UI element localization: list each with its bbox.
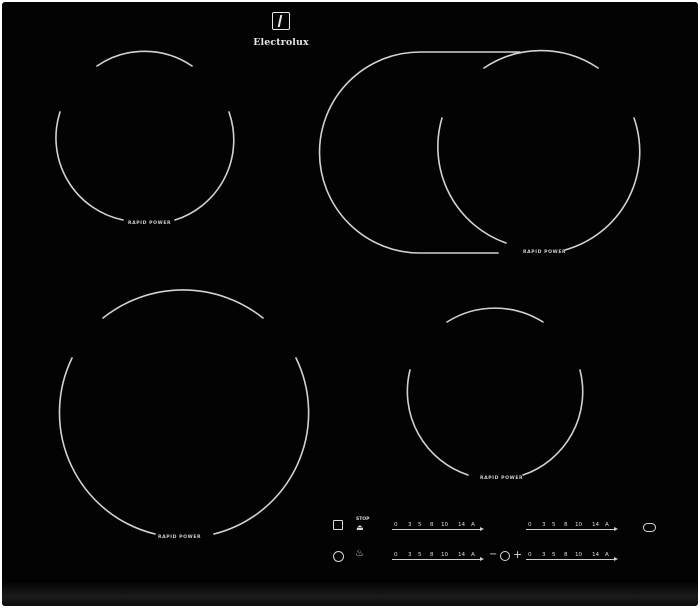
tick-3: 3 [408, 552, 412, 558]
tick-5: 5 [418, 552, 422, 558]
tick-14: 14 [458, 552, 466, 558]
rear-left-zone-arc-left [55, 111, 124, 221]
front-right-zone-arc-top [446, 307, 544, 323]
slider-rear-right[interactable]: 0 3 5 8 10 14 A [526, 522, 618, 532]
rear-left-zone-arc-top [96, 50, 193, 67]
front-right-zone-label: RAPID POWER [480, 476, 524, 481]
slider-bar[interactable] [392, 557, 484, 561]
tick-3: 3 [542, 552, 546, 558]
front-left-zone-arc-right [213, 357, 310, 535]
tick-a: A [605, 552, 609, 558]
timer-plus-button[interactable]: + [513, 549, 522, 560]
brand-logo: Electrolux [236, 12, 326, 50]
electrolux-logo-icon [272, 12, 290, 30]
front-right-zone-arc-left [406, 369, 469, 476]
brand-name: Electrolux [253, 37, 309, 48]
tick-3: 3 [542, 522, 546, 528]
tick-10: 10 [575, 522, 583, 528]
tick-a: A [471, 552, 475, 558]
tick-10: 10 [441, 552, 449, 558]
tick-a: A [471, 522, 475, 528]
tick-14: 14 [592, 522, 600, 528]
tick-0: 0 [528, 552, 532, 558]
slider-rear-left[interactable]: 0 3 5 8 10 14 A [392, 522, 484, 532]
bridge-icon[interactable] [643, 523, 656, 532]
timer-icon [500, 551, 510, 561]
rear-right-zone-inner-top [483, 49, 599, 69]
front-left-zone-arc-left [58, 357, 156, 535]
lock-icon[interactable] [333, 520, 343, 530]
tick-5: 5 [552, 522, 556, 528]
rear-right-zone-label: RAPID POWER [523, 250, 567, 255]
rear-right-zone-inner-right [564, 117, 641, 251]
tick-3: 3 [408, 522, 412, 528]
tick-10: 10 [441, 522, 449, 528]
stop-label: STOP [356, 517, 370, 522]
tick-5: 5 [418, 522, 422, 528]
front-left-zone-label: RAPID POWER [158, 535, 202, 540]
front-right-zone-arc-right [522, 369, 584, 476]
slider-bar[interactable] [392, 527, 484, 531]
slider-front-left[interactable]: 0 3 5 8 10 14 A [392, 552, 484, 562]
rear-right-zone-outer [318, 51, 521, 254]
timer-minus-button[interactable]: − [489, 550, 497, 560]
tick-8: 8 [564, 552, 568, 558]
stop-go-icon[interactable]: ⏏ [356, 524, 364, 532]
slider-front-right[interactable]: 0 3 5 8 10 14 A [526, 552, 618, 562]
slider-bar[interactable] [526, 557, 618, 561]
zone-markings [55, 49, 641, 535]
rear-right-zone-inner-left [437, 117, 507, 244]
power-icon[interactable] [333, 551, 344, 562]
tick-0: 0 [394, 552, 398, 558]
tick-0: 0 [394, 522, 398, 528]
tick-14: 14 [458, 522, 466, 528]
keep-warm-icon[interactable]: ♨ [355, 549, 364, 559]
tick-8: 8 [430, 522, 434, 528]
rear-left-zone-arc-right [174, 111, 235, 221]
tick-14: 14 [592, 552, 600, 558]
rear-left-zone-label: RAPID POWER [128, 221, 172, 226]
tick-0: 0 [528, 522, 532, 528]
tick-5: 5 [552, 552, 556, 558]
slider-bar[interactable] [526, 527, 618, 531]
front-left-zone-arc-top [102, 289, 264, 319]
tick-8: 8 [564, 522, 568, 528]
tick-a: A [605, 522, 609, 528]
tick-10: 10 [575, 552, 583, 558]
tick-8: 8 [430, 552, 434, 558]
